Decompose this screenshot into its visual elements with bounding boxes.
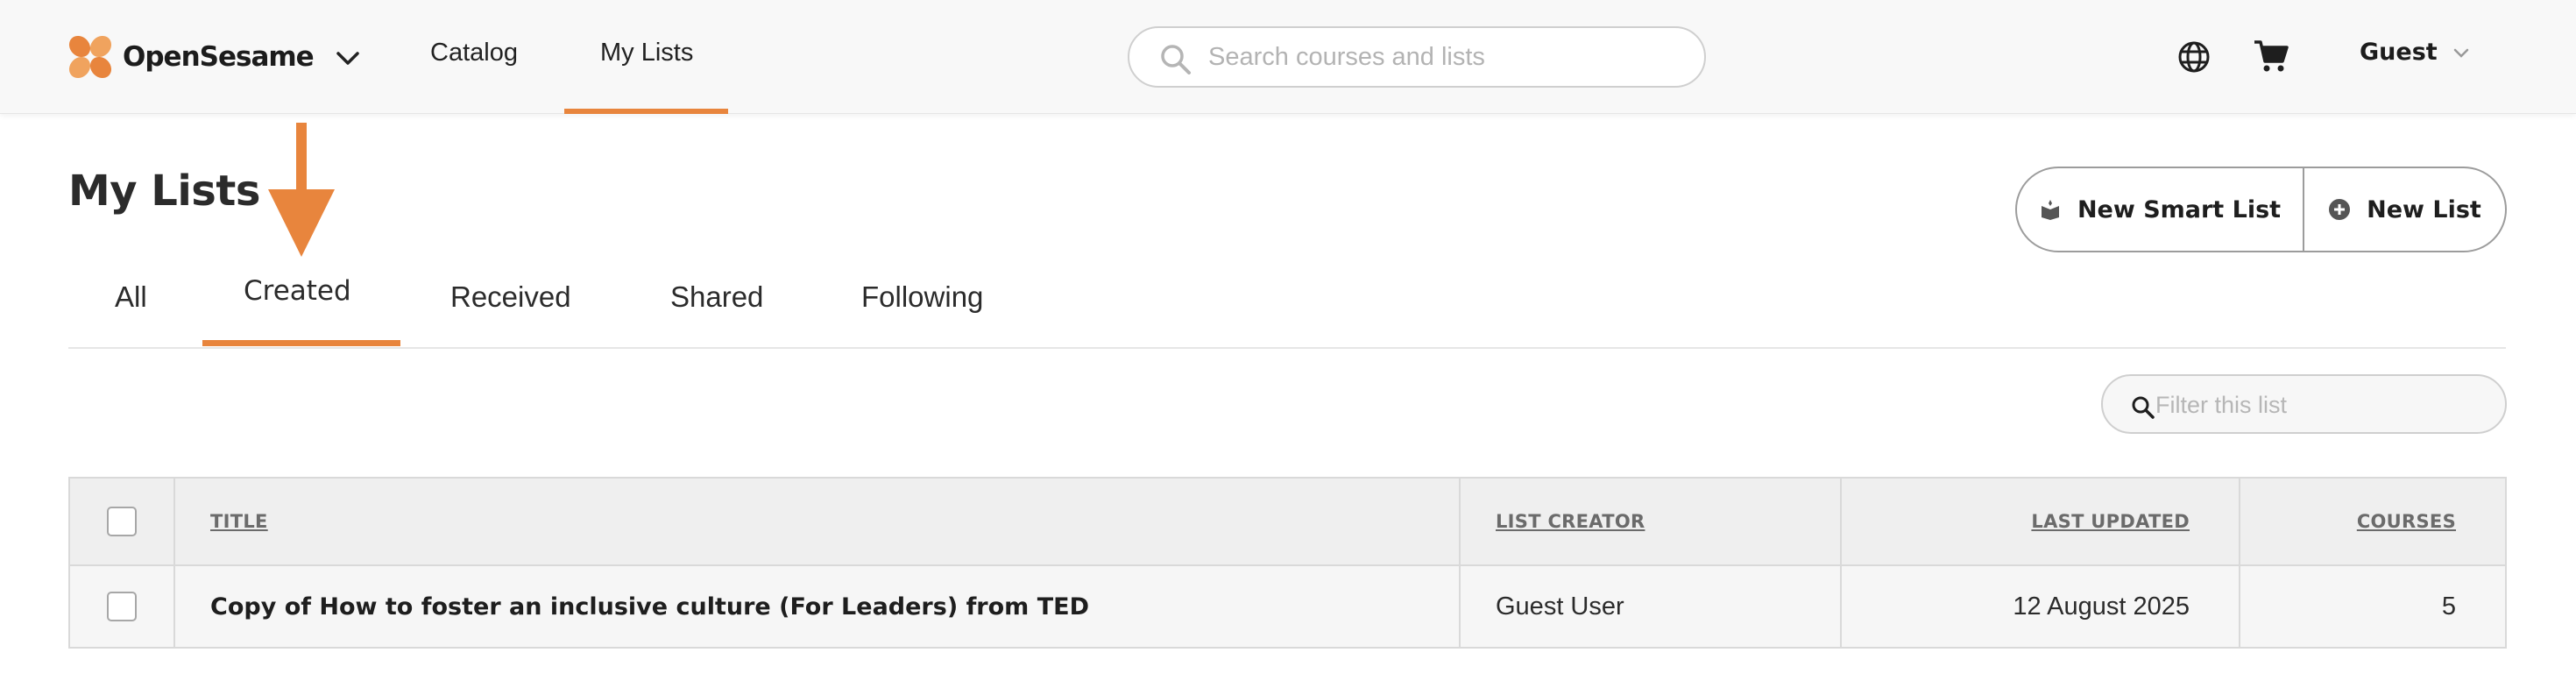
header-creator-cell: LIST CREATOR: [1461, 479, 1842, 564]
tab-active-indicator: [202, 340, 400, 346]
tab-all[interactable]: All: [115, 280, 147, 314]
row-updated-cell: 12 August 2025: [1842, 566, 2240, 647]
header-title-cell: TITLE: [175, 479, 1461, 564]
list-title-link[interactable]: Copy of How to foster an inclusive cultu…: [210, 593, 1089, 621]
column-courses-sort[interactable]: COURSES: [2357, 511, 2456, 532]
column-title-sort[interactable]: TITLE: [210, 511, 268, 532]
smart-list-icon: [2041, 200, 2059, 220]
header-checkbox-cell: [70, 479, 175, 564]
search-box[interactable]: [1128, 26, 1706, 88]
tab-created[interactable]: Created: [244, 275, 351, 307]
search-input[interactable]: [1208, 39, 1681, 75]
list-creator: Guest User: [1496, 592, 1624, 621]
table-row[interactable]: Copy of How to foster an inclusive cultu…: [70, 566, 2505, 647]
row-checkbox[interactable]: [107, 592, 137, 621]
course-count: 5: [2441, 592, 2456, 621]
search-icon: [1161, 45, 1191, 74]
row-checkbox-cell: [70, 566, 175, 647]
opensesame-logo-icon: [68, 35, 112, 79]
column-updated-sort[interactable]: LAST UPDATED: [2031, 511, 2190, 532]
chevron-down-icon: [2453, 48, 2468, 58]
header-updated-cell: LAST UPDATED: [1842, 479, 2240, 564]
filter-box[interactable]: [2101, 374, 2507, 434]
user-name: Guest: [2360, 39, 2438, 66]
nav-active-indicator: [564, 109, 728, 114]
new-list-button[interactable]: New List: [2304, 168, 2505, 251]
row-creator-cell: Guest User: [1461, 566, 1842, 647]
tab-following[interactable]: Following: [861, 280, 983, 314]
row-courses-cell: 5: [2240, 566, 2505, 647]
list-actions: New Smart List New List: [2015, 167, 2507, 252]
filter-input[interactable]: [2155, 388, 2488, 422]
nav-catalog[interactable]: Catalog: [430, 39, 518, 67]
arrow-down-annotation: [268, 123, 335, 257]
new-smart-list-button[interactable]: New Smart List: [2017, 168, 2304, 251]
last-updated: 12 August 2025: [2013, 592, 2190, 621]
table-header-row: TITLE LIST CREATOR LAST UPDATED COURSES: [70, 479, 2505, 566]
page-title: My Lists: [68, 167, 260, 216]
list-tabs: All Created Received Shared Following: [68, 254, 2506, 349]
chevron-down-icon[interactable]: [333, 46, 363, 72]
new-list-label: New List: [2367, 195, 2481, 223]
row-title-cell: Copy of How to foster an inclusive cultu…: [175, 566, 1461, 647]
tab-received[interactable]: Received: [450, 280, 571, 314]
cart-icon[interactable]: [2253, 39, 2289, 74]
nav-my-lists[interactable]: My Lists: [600, 39, 693, 67]
brand-logo[interactable]: OpenSesame: [67, 33, 315, 81]
plus-circle-icon: [2329, 199, 2351, 220]
globe-icon[interactable]: [2176, 39, 2212, 74]
column-creator-sort[interactable]: LIST CREATOR: [1496, 511, 1645, 532]
header-courses-cell: COURSES: [2240, 479, 2505, 564]
tab-shared[interactable]: Shared: [670, 280, 763, 314]
top-navigation-bar: OpenSesame Catalog My Lists Guest: [0, 0, 2576, 114]
lists-table: TITLE LIST CREATOR LAST UPDATED COURSES …: [68, 477, 2507, 649]
search-icon: [2132, 396, 2155, 419]
new-smart-list-label: New Smart List: [2077, 195, 2282, 223]
select-all-checkbox[interactable]: [107, 507, 137, 536]
brand-name: OpenSesame: [123, 41, 315, 73]
user-menu[interactable]: Guest: [2360, 39, 2471, 66]
